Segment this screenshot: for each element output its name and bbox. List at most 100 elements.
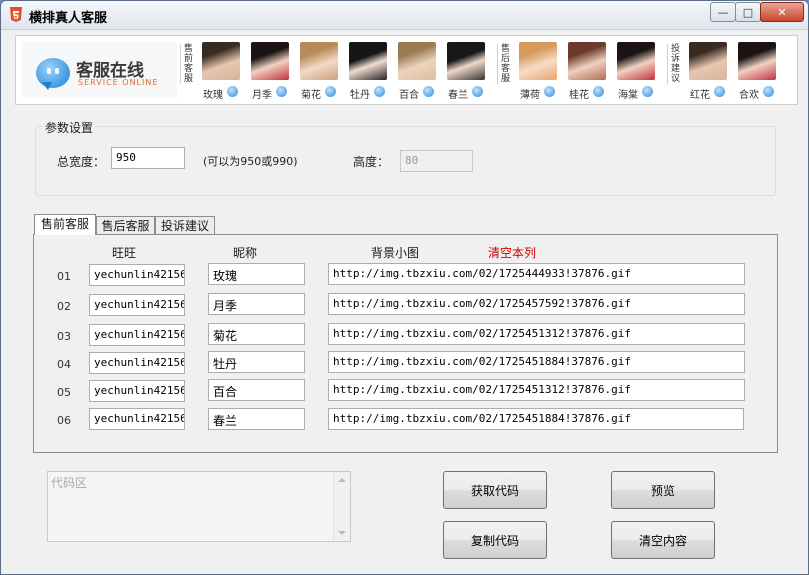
bg-url-input[interactable]: http://img.tbzxiu.com/02/1725451884!3787… <box>328 351 745 373</box>
wangwang-input[interactable]: yechunlin421566 <box>89 324 185 346</box>
width-input[interactable]: 950 <box>111 147 185 169</box>
close-button[interactable]: ✕ <box>760 2 804 22</box>
wangwang-input[interactable]: yechunlin421566 <box>89 380 185 402</box>
qq-icon <box>325 86 336 97</box>
row-number: 04 <box>57 358 71 371</box>
code-area-scrollbar[interactable] <box>333 472 350 541</box>
row-number: 02 <box>57 300 71 313</box>
service-banner-preview: 客服在线 SERVICE ONLINE 售前客服 玫瑰 月季 菊花 牡丹 百合 … <box>15 35 798 105</box>
copy-code-button[interactable]: 复制代码 <box>443 521 547 559</box>
bg-url-input[interactable]: http://img.tbzxiu.com/02/1725451312!3787… <box>328 323 745 345</box>
agent-avatar: 海棠 <box>614 42 658 101</box>
html5-icon <box>10 7 22 22</box>
agent-photo <box>689 42 727 80</box>
get-code-button[interactable]: 获取代码 <box>443 471 547 509</box>
agent-name: 海棠 <box>618 90 638 101</box>
agent-photo <box>738 42 776 80</box>
close-icon: ✕ <box>777 5 787 19</box>
qq-icon <box>472 86 483 97</box>
column-header-bg: 背景小图 <box>371 246 420 260</box>
wangwang-input[interactable]: yechunlin421566 <box>89 294 185 316</box>
agent-avatar: 菊花 <box>297 42 341 101</box>
wangwang-input[interactable]: yechunlin421566 <box>89 352 185 374</box>
nickname-input[interactable]: 牡丹 <box>208 351 305 373</box>
service-logo: 客服在线 SERVICE ONLINE <box>22 42 177 98</box>
agent-avatar: 合欢 <box>735 42 779 101</box>
agent-avatar: 牡丹 <box>346 42 390 101</box>
code-area-placeholder: 代码区 <box>51 476 88 490</box>
code-output-area[interactable]: 代码区 <box>47 471 351 542</box>
section-label-aftersale: 售后客服 <box>497 44 513 84</box>
agent-photo <box>568 42 606 80</box>
agent-photo <box>300 42 338 80</box>
minimize-button[interactable]: — <box>710 2 736 22</box>
bg-url-input[interactable]: http://img.tbzxiu.com/02/1725451312!3787… <box>328 379 745 401</box>
wangwang-input[interactable]: yechunlin421566 <box>89 408 185 430</box>
minimize-icon: — <box>717 5 729 19</box>
agent-avatar: 百合 <box>395 42 439 101</box>
maximize-icon: □ <box>742 5 754 19</box>
section-label-complaints: 投诉建议 <box>667 44 683 84</box>
title-bar: 横排真人客服 — □ ✕ <box>1 1 808 30</box>
agent-avatar: 桂花 <box>565 42 609 101</box>
preview-button[interactable]: 预览 <box>611 471 715 509</box>
logo-subtitle: SERVICE ONLINE <box>78 78 159 87</box>
agent-avatar: 薄荷 <box>516 42 560 101</box>
nickname-input[interactable]: 月季 <box>208 293 305 315</box>
qq-icon <box>642 86 653 97</box>
tab-complaints[interactable]: 投诉建议 <box>155 216 215 235</box>
clear-column-link[interactable]: 清空本列 <box>488 244 536 261</box>
agent-photo <box>202 42 240 80</box>
agent-name: 牡丹 <box>350 90 370 101</box>
scroll-down-icon[interactable] <box>338 531 346 535</box>
qq-icon <box>374 86 385 97</box>
bg-url-input[interactable]: http://img.tbzxiu.com/02/1725457592!3787… <box>328 293 745 315</box>
qq-icon <box>276 86 287 97</box>
maximize-button[interactable]: □ <box>735 2 761 22</box>
agent-photo <box>617 42 655 80</box>
tab-aftersale[interactable]: 售后客服 <box>96 216 155 235</box>
agent-name: 红花 <box>690 90 710 101</box>
row-number: 03 <box>57 330 71 343</box>
agent-avatar: 春兰 <box>444 42 488 101</box>
nickname-input[interactable]: 百合 <box>208 379 305 401</box>
row-number: 06 <box>57 414 71 427</box>
agent-name: 合欢 <box>739 90 759 101</box>
agent-avatar: 红花 <box>686 42 730 101</box>
nickname-input[interactable]: 菊花 <box>208 323 305 345</box>
scroll-up-icon[interactable] <box>338 478 346 482</box>
agent-name: 月季 <box>252 90 272 101</box>
agent-name: 春兰 <box>448 90 468 101</box>
agent-avatar: 月季 <box>248 42 292 101</box>
bg-url-input[interactable]: http://img.tbzxiu.com/02/1725444933!3787… <box>328 263 745 285</box>
nickname-input[interactable]: 春兰 <box>208 408 305 430</box>
agent-photo <box>519 42 557 80</box>
height-input[interactable]: 80 <box>400 150 473 172</box>
section-label-presale: 售前客服 <box>180 44 196 84</box>
app-window: 横排真人客服 — □ ✕ 客服在线 SERVICE ONLINE 售前客服 玫瑰… <box>0 0 809 575</box>
qq-icon <box>423 86 434 97</box>
width-label: 总宽度： <box>57 155 106 169</box>
row-number: 01 <box>57 270 71 283</box>
agent-photo <box>349 42 387 80</box>
width-hint: (可以为950或990) <box>203 155 298 168</box>
row-number: 05 <box>57 386 71 399</box>
qq-icon <box>227 86 238 97</box>
agent-name: 薄荷 <box>520 90 540 101</box>
agent-name: 百合 <box>399 90 419 101</box>
agent-name: 玫瑰 <box>203 90 223 101</box>
chat-bubble-icon <box>36 58 70 90</box>
agent-name: 桂花 <box>569 90 589 101</box>
bg-url-input[interactable]: http://img.tbzxiu.com/02/1725451884!3787… <box>328 408 744 430</box>
clear-content-button[interactable]: 清空内容 <box>611 521 715 559</box>
window-title: 横排真人客服 <box>29 11 108 26</box>
column-header-nickname: 昵称 <box>233 246 258 260</box>
wangwang-input[interactable]: yechunlin421566 <box>89 264 185 286</box>
qq-icon <box>714 86 725 97</box>
agent-name: 菊花 <box>301 90 321 101</box>
nickname-input[interactable]: 玫瑰 <box>208 263 305 285</box>
tab-presale[interactable]: 售前客服 <box>34 214 96 235</box>
agent-photo <box>398 42 436 80</box>
height-label: 高度： <box>353 155 390 169</box>
agent-photo <box>447 42 485 80</box>
